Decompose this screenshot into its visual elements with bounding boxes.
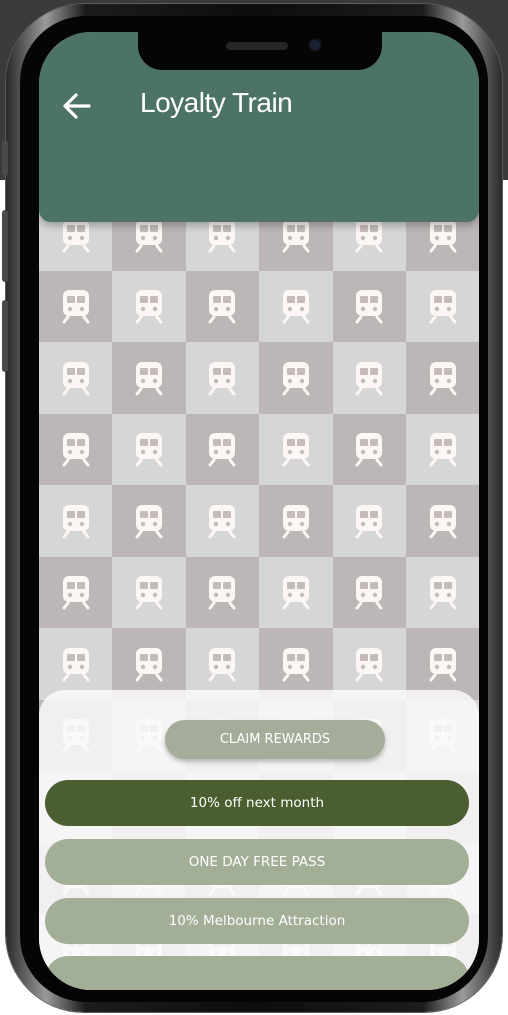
reward-option-4[interactable] bbox=[45, 956, 469, 990]
train-icon bbox=[135, 504, 163, 539]
train-icon bbox=[135, 218, 163, 253]
train-icon bbox=[282, 576, 310, 610]
train-icon bbox=[282, 218, 310, 253]
pattern-tile bbox=[185, 628, 260, 700]
app-screen: Loyalty Train CLAIM REWARDS 10% off next… bbox=[39, 32, 479, 990]
pattern-tile bbox=[405, 556, 479, 628]
pattern-tile bbox=[185, 270, 260, 342]
reward-option-melbourne[interactable]: 10% Melbourne Attraction bbox=[45, 898, 469, 944]
train-icon bbox=[62, 647, 90, 682]
pattern-tile bbox=[259, 485, 333, 557]
rewards-sheet: CLAIM REWARDS 10% off next month ONE DAY… bbox=[39, 690, 479, 990]
train-icon bbox=[429, 576, 457, 610]
pattern-tile bbox=[332, 342, 406, 414]
train-icon bbox=[355, 218, 383, 253]
train-icon bbox=[208, 290, 236, 324]
pattern-tile bbox=[39, 342, 113, 414]
train-icon bbox=[355, 361, 383, 396]
phone-notch bbox=[138, 32, 382, 70]
speaker-grille bbox=[226, 42, 288, 50]
train-icon bbox=[355, 504, 383, 539]
reward-option-10-off[interactable]: 10% off next month bbox=[45, 780, 469, 826]
train-icon bbox=[429, 218, 457, 253]
pattern-tile bbox=[259, 413, 333, 485]
pattern-tile bbox=[112, 485, 186, 557]
train-icon bbox=[135, 290, 163, 324]
pattern-tile bbox=[112, 628, 186, 700]
phone-volume-down bbox=[2, 300, 8, 372]
train-icon bbox=[62, 433, 90, 467]
train-icon bbox=[135, 647, 163, 682]
train-icon bbox=[282, 647, 310, 682]
train-icon bbox=[62, 576, 90, 610]
train-icon bbox=[208, 361, 236, 396]
arrow-left-icon[interactable] bbox=[61, 90, 93, 122]
train-icon bbox=[62, 361, 90, 396]
train-icon bbox=[208, 647, 236, 682]
page-title: Loyalty Train bbox=[140, 87, 293, 118]
train-icon bbox=[355, 576, 383, 610]
pattern-tile bbox=[405, 342, 479, 414]
train-icon bbox=[429, 290, 457, 324]
pattern-tile bbox=[259, 270, 333, 342]
pattern-tile bbox=[405, 270, 479, 342]
pattern-tile bbox=[112, 556, 186, 628]
train-icon bbox=[62, 504, 90, 539]
train-icon bbox=[208, 576, 236, 610]
train-icon bbox=[208, 504, 236, 539]
train-icon bbox=[355, 290, 383, 324]
train-icon bbox=[62, 218, 90, 253]
claim-rewards-button[interactable]: CLAIM REWARDS bbox=[165, 720, 385, 759]
train-icon bbox=[282, 504, 310, 539]
train-icon bbox=[429, 361, 457, 396]
train-icon bbox=[208, 218, 236, 253]
pattern-tile bbox=[39, 556, 113, 628]
train-icon bbox=[62, 290, 90, 324]
train-icon bbox=[282, 433, 310, 467]
pattern-tile bbox=[185, 485, 260, 557]
reward-option-day-pass[interactable]: ONE DAY FREE PASS bbox=[45, 839, 469, 885]
phone-side-button bbox=[2, 140, 8, 176]
pattern-tile bbox=[405, 413, 479, 485]
pattern-tile bbox=[39, 270, 113, 342]
camera-icon bbox=[310, 40, 320, 50]
train-icon bbox=[355, 433, 383, 467]
train-icon bbox=[282, 290, 310, 324]
pattern-tile bbox=[332, 270, 406, 342]
pattern-tile bbox=[332, 556, 406, 628]
pattern-tile bbox=[112, 270, 186, 342]
pattern-tile bbox=[39, 628, 113, 700]
train-icon bbox=[355, 647, 383, 682]
pattern-tile bbox=[112, 413, 186, 485]
pattern-tile bbox=[259, 556, 333, 628]
train-icon bbox=[429, 647, 457, 682]
train-icon bbox=[135, 576, 163, 610]
pattern-tile bbox=[259, 342, 333, 414]
train-icon bbox=[208, 433, 236, 467]
pattern-tile bbox=[112, 342, 186, 414]
pattern-tile bbox=[259, 628, 333, 700]
pattern-tile bbox=[405, 485, 479, 557]
pattern-tile bbox=[405, 628, 479, 700]
pattern-tile bbox=[185, 556, 260, 628]
pattern-tile bbox=[185, 342, 260, 414]
train-icon bbox=[135, 433, 163, 467]
train-icon bbox=[429, 504, 457, 539]
pattern-tile bbox=[39, 485, 113, 557]
phone-volume-up bbox=[2, 210, 8, 282]
pattern-tile bbox=[39, 413, 113, 485]
pattern-tile bbox=[332, 628, 406, 700]
train-icon bbox=[282, 361, 310, 396]
pattern-tile bbox=[332, 413, 406, 485]
pattern-tile bbox=[332, 485, 406, 557]
pattern-tile bbox=[185, 413, 260, 485]
train-icon bbox=[429, 433, 457, 467]
train-icon bbox=[135, 361, 163, 396]
